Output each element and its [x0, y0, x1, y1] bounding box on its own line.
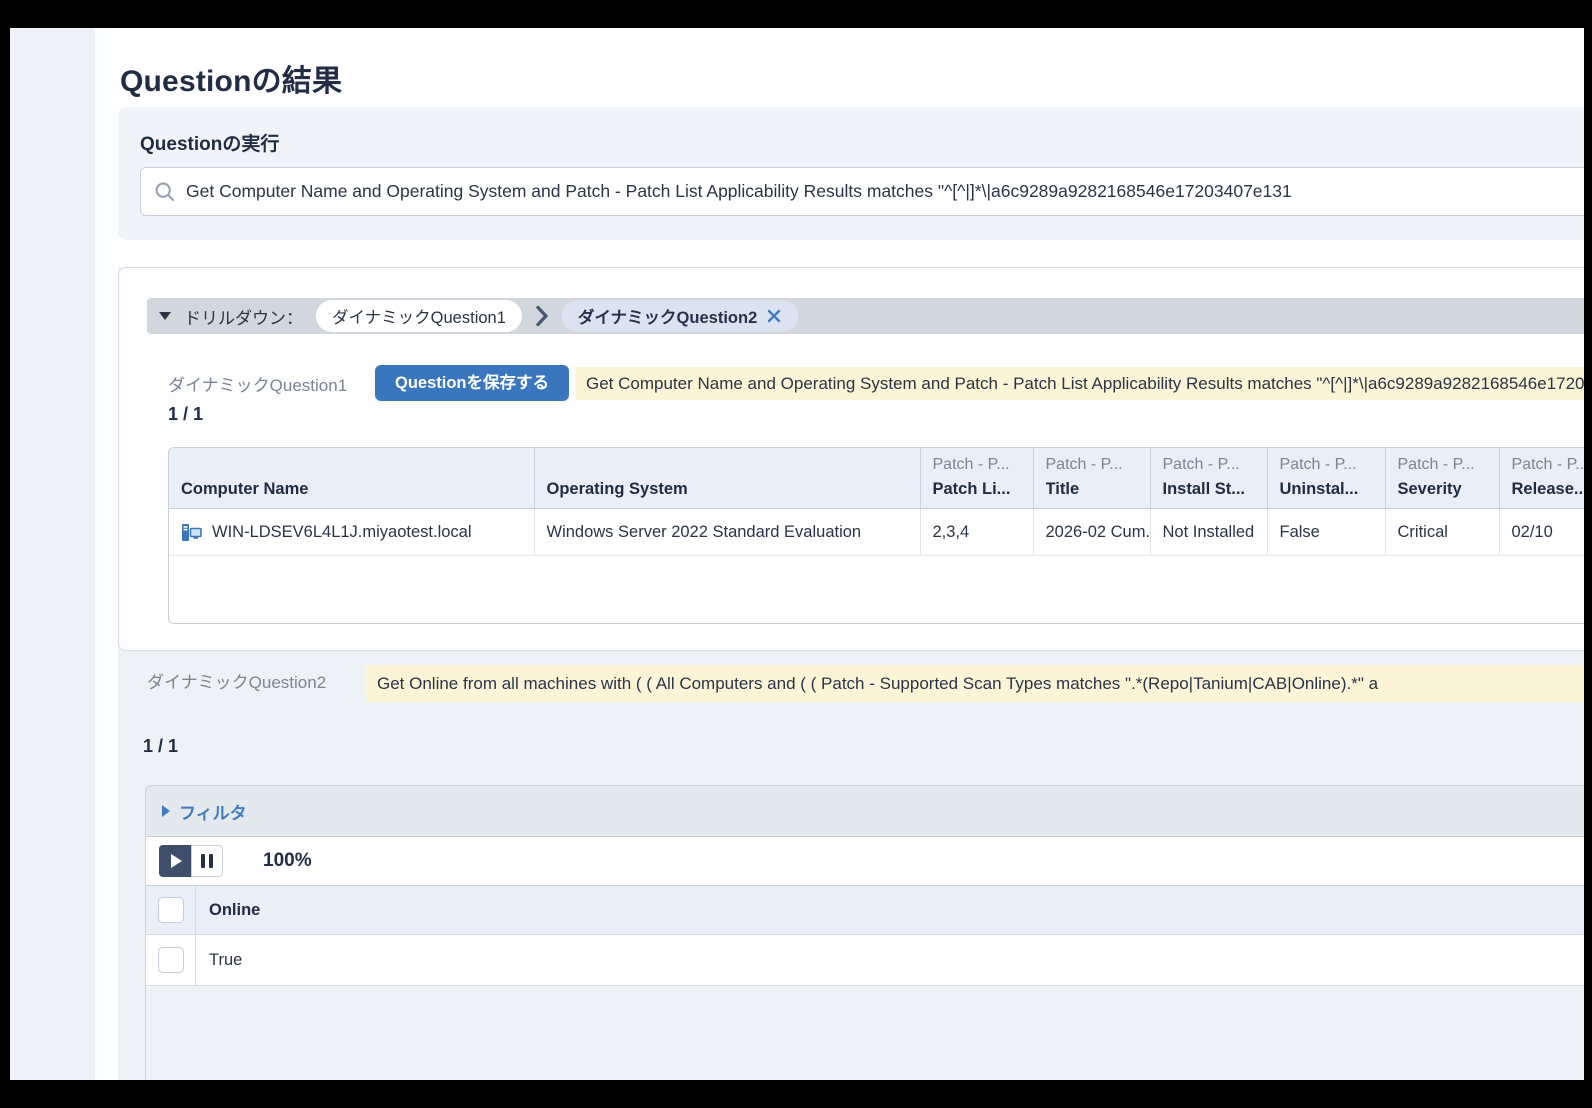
collapse-caret-icon[interactable] [159, 312, 171, 320]
cell-severity[interactable]: Critical [1385, 509, 1499, 556]
filter-toggle[interactable]: フィルタ [179, 799, 247, 824]
left-gutter [10, 28, 95, 1080]
breadcrumb-question2[interactable]: ダイナミックQuestion2 [562, 300, 798, 332]
column-header-install-status[interactable]: Patch - P... Install St... [1150, 448, 1267, 509]
chevron-right-icon [535, 305, 549, 327]
app-window: Questionの結果 Questionの実行 Get Computer Nam… [10, 28, 1584, 1080]
cell-patch-list[interactable]: 2,3,4 [920, 509, 1033, 556]
question1-result-count: 1 / 1 [168, 404, 203, 425]
filter-panel-header: フィルタ [146, 786, 1584, 837]
breadcrumb-question2-label: ダイナミックQuestion2 [578, 304, 757, 328]
drilldown-card: ドリルダウン： ダイナミックQuestion1 ダイナミックQuestion2 … [118, 267, 1584, 651]
column-header-uninstallable[interactable]: Patch - P... Uninstal... [1267, 448, 1385, 509]
drilldown-label: ドリルダウン： [184, 304, 303, 329]
select-all-cell [146, 886, 196, 934]
run-question-card: Questionの実行 Get Computer Name and Operat… [118, 107, 1584, 240]
question2-query-highlight: Get Online from all machines with ( ( Al… [365, 665, 1584, 702]
question1-query-highlight: Get Computer Name and Operating System a… [576, 367, 1584, 400]
pause-icon [201, 854, 205, 868]
cell-operating-system[interactable]: Windows Server 2022 Standard Evaluation [534, 509, 920, 556]
run-question-heading: Questionの実行 [140, 129, 279, 156]
row-checkbox[interactable] [158, 947, 184, 973]
pause-button[interactable] [191, 845, 223, 877]
question2-label: ダイナミックQuestion2 [147, 668, 326, 693]
filter-panel: フィルタ 100% Online True [145, 785, 1584, 1080]
progress-percentage: 100% [263, 850, 312, 872]
results-toolbar: 100% [146, 837, 1584, 886]
search-icon [154, 181, 176, 203]
select-all-checkbox[interactable] [158, 897, 184, 923]
left-gutter-inner [95, 28, 118, 1080]
cell-title[interactable]: 2026-02 Cum... [1033, 509, 1150, 556]
play-icon [171, 854, 182, 868]
question-query-text: Get Computer Name and Operating System a… [186, 181, 1584, 202]
page-title: Questionの結果 [120, 56, 342, 100]
cell-uninstallable[interactable]: False [1267, 509, 1385, 556]
computer-icon [181, 522, 202, 543]
breadcrumb-question1[interactable]: ダイナミックQuestion1 [316, 300, 522, 332]
online-header-row: Online [146, 886, 1584, 935]
online-column-header[interactable]: Online [196, 886, 1584, 934]
results-header-row: Computer Name Operating System Patch - P… [169, 448, 1584, 509]
main-content: Questionの結果 Questionの実行 Get Computer Nam… [118, 28, 1584, 1080]
question-search-input[interactable]: Get Computer Name and Operating System a… [140, 167, 1584, 216]
row-select-cell [146, 935, 196, 985]
column-header-release[interactable]: Patch - P... Release... [1499, 448, 1584, 509]
results-table: Computer Name Operating System Patch - P… [169, 448, 1584, 556]
drilldown-bar: ドリルダウン： ダイナミックQuestion1 ダイナミックQuestion2 [147, 298, 1584, 334]
cell-computer-name[interactable]: WIN-LDSEV6L4L1J.miyaotest.local [169, 509, 534, 556]
column-header-title[interactable]: Patch - P... Title [1033, 448, 1150, 509]
results-table-container: Computer Name Operating System Patch - P… [168, 447, 1584, 624]
cell-release-date[interactable]: 02/10 [1499, 509, 1584, 556]
column-header-patch-list[interactable]: Patch - P... Patch Li... [920, 448, 1033, 509]
column-header-computer-name[interactable]: Computer Name [169, 448, 534, 509]
question2-result-count: 1 / 1 [143, 736, 178, 757]
close-icon[interactable] [766, 308, 782, 324]
save-question-button[interactable]: Questionを保存する [375, 365, 569, 401]
question1-label: ダイナミックQuestion1 [168, 371, 347, 396]
column-header-operating-system[interactable]: Operating System [534, 448, 920, 509]
online-value-cell: True [196, 935, 1584, 985]
expand-caret-icon[interactable] [162, 805, 170, 817]
column-header-severity[interactable]: Patch - P... Severity [1385, 448, 1499, 509]
play-button[interactable] [159, 845, 191, 877]
cell-install-status[interactable]: Not Installed [1150, 509, 1267, 556]
online-data-row[interactable]: True [146, 935, 1584, 986]
table-row[interactable]: WIN-LDSEV6L4L1J.miyaotest.local Windows … [169, 509, 1584, 556]
